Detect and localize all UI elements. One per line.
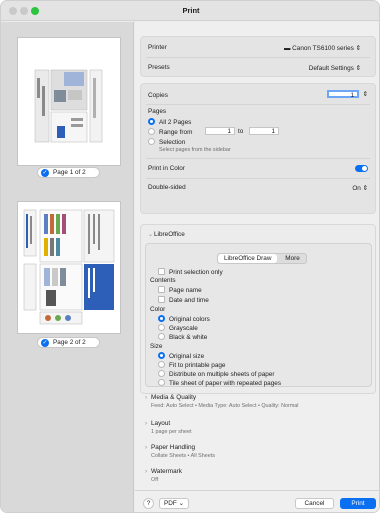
divider [146,158,370,159]
page-preview-sidebar[interactable]: ✓ Page 1 of 2 ✓ Page 2 of 2 [1,22,134,512]
footer-divider [135,490,379,491]
stepper-icon: ⇕ [355,45,361,52]
range-to-input[interactable]: 1 [249,127,279,135]
color-heading: Color [150,306,166,313]
libreoffice-options-box: LibreOffice Draw More Print selection on… [145,243,372,387]
copies-input[interactable]: 1 [327,90,359,99]
presets-select[interactable]: Default Settings ⇕ [309,64,361,72]
radio-selected-icon [158,352,165,359]
black-white-option[interactable]: Black & white [158,333,207,341]
divider [146,104,370,105]
printer-row[interactable]: Printer ▬ Canon TS6100 series ⇕ [148,44,368,52]
selection-hint: Select pages from the sidebar [159,147,231,153]
tab-more[interactable]: More [279,254,306,263]
chevron-down-icon: ⌄ [178,500,184,507]
size-heading: Size [150,343,163,350]
page-2-selected-label[interactable]: ✓ Page 2 of 2 [37,337,100,348]
range-to-label: to [238,128,244,135]
page-2-thumbnail[interactable] [17,201,121,334]
radio-icon [148,138,155,145]
fit-to-page-option[interactable]: Fit to printable page [158,361,226,369]
print-in-color-toggle[interactable] [355,165,368,172]
printer-presets-group: Printer ▬ Canon TS6100 series ⇕ Presets … [140,36,376,77]
presets-label: Presets [148,64,170,71]
radio-icon [148,128,155,135]
double-sided-select[interactable]: On ⇕ [352,184,368,192]
divider [146,57,370,58]
grayscale-option[interactable]: Grayscale [158,324,198,332]
presets-row[interactable]: Presets Default Settings ⇕ [148,64,368,72]
printer-label: Printer [148,44,167,51]
layout-section[interactable]: › Layout 1 page per sheet [145,420,374,435]
libreoffice-section: ⌄LibreOffice LibreOffice Draw More Print… [140,224,376,394]
copies-stepper-icon[interactable]: ⇕ [363,90,368,98]
print-selection-only-option[interactable]: Print selection only [158,268,223,276]
pages-label: Pages [148,108,167,115]
contents-heading: Contents [150,277,176,284]
stepper-icon: ⇕ [355,65,361,72]
print-dialog: Print ✓ Page 1 of 2 ✓ Page 2 of 2 Printe… [0,0,380,513]
pdf-menu-button[interactable]: PDF ⌄ [159,498,189,509]
libreoffice-disclosure[interactable]: ⌄LibreOffice [148,231,368,238]
checkmark-icon: ✓ [41,169,49,177]
print-settings-panel: Printer ▬ Canon TS6100 series ⇕ Presets … [135,22,379,512]
range-from-input[interactable]: 1 [205,127,235,135]
printer-select[interactable]: ▬ Canon TS6100 series ⇕ [284,44,361,52]
page-1-thumbnail[interactable] [17,37,121,166]
copies-pages-group: Copies 1 ⇕ Pages All 2 Pages Range from … [140,83,376,214]
copies-label: Copies [148,92,168,99]
radio-selected-icon [148,118,155,125]
print-button[interactable]: Print [340,498,376,509]
radio-selected-icon [158,315,165,322]
checkbox-icon [158,286,165,293]
date-time-option[interactable]: Date and time [158,296,209,304]
checkbox-icon [158,296,165,303]
stepper-icon: ⇕ [362,185,368,192]
tile-sheet-option[interactable]: Tile sheet of paper with repeated pages [158,379,281,387]
radio-icon [158,370,165,377]
original-colors-option[interactable]: Original colors [158,315,210,323]
printer-icon: ▬ [283,45,291,52]
window-title: Print [182,6,200,15]
all-pages-option[interactable]: All 2 Pages [148,118,368,126]
help-button[interactable]: ? [143,498,154,509]
libreoffice-tabs: LibreOffice Draw More [217,253,307,264]
page-1-preview-graphic [34,69,103,143]
radio-icon [158,333,165,340]
original-size-option[interactable]: Original size [158,352,204,360]
divider [146,178,370,179]
selection-option[interactable]: Selection [148,138,368,146]
tab-libreoffice-draw[interactable]: LibreOffice Draw [218,254,278,263]
radio-icon [158,379,165,386]
print-in-color-label: Print in Color [148,165,185,172]
checkbox-icon [158,268,165,275]
watermark-section[interactable]: › Watermark Off [145,468,374,483]
title-bar: Print [1,1,379,21]
media-quality-section[interactable]: › Media & Quality Feed: Auto Select • Med… [145,394,374,409]
checkmark-icon: ✓ [41,339,49,347]
paper-handling-section[interactable]: › Paper Handling Collate Sheets • All She… [145,444,374,459]
cancel-button[interactable]: Cancel [295,498,334,509]
printer-value: Canon TS6100 series [292,45,354,52]
page-name-option[interactable]: Page name [158,286,202,294]
presets-value: Default Settings [308,65,354,72]
radio-icon [158,361,165,368]
page-1-selected-label[interactable]: ✓ Page 1 of 2 [37,167,100,178]
radio-icon [158,324,165,331]
double-sided-label: Double-sided [148,184,186,191]
distribute-sheets-option[interactable]: Distribute on multiple sheets of paper [158,370,275,378]
page-2-preview-graphic [23,209,115,325]
